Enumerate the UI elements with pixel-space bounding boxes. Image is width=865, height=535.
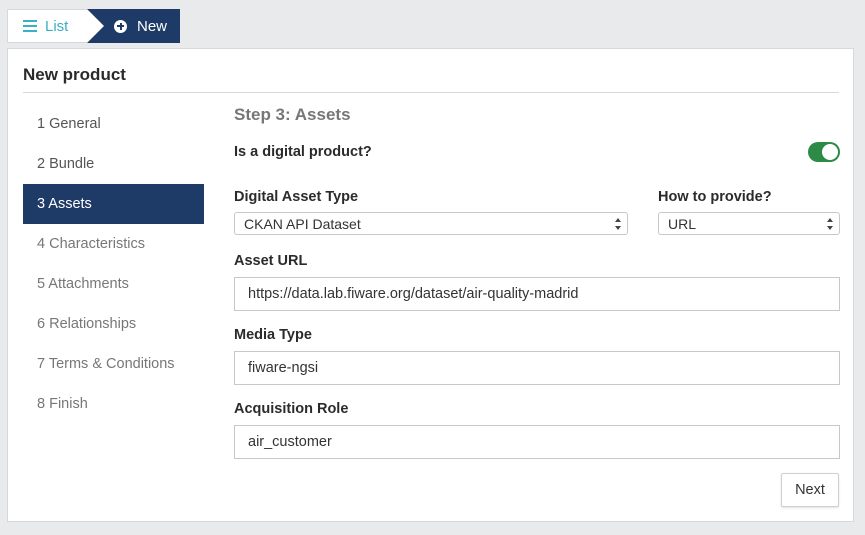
steps-nav: 1 General 2 Bundle 3 Assets 4 Characteri… [23,104,204,424]
provide-value: URL [668,215,697,232]
asset-type-value: CKAN API Dataset [244,215,361,232]
step-characteristics[interactable]: 4 Characteristics [23,224,204,264]
breadcrumb: List New [7,9,180,43]
asset-url-label: Asset URL [234,253,308,269]
asset-url-input[interactable]: https://data.lab.fiware.org/dataset/air-… [234,277,840,311]
toggle-knob [822,144,838,160]
step-attachments[interactable]: 5 Attachments [23,264,204,304]
breadcrumb-new-label: New [137,17,168,35]
title-divider [23,92,839,93]
list-icon [23,20,37,32]
assets-form: Step 3: Assets Is a digital product? Dig… [234,99,840,519]
step-terms-conditions[interactable]: 7 Terms & Conditions [23,344,204,384]
breadcrumb-arrow [87,9,104,43]
asset-type-label: Digital Asset Type [234,189,359,205]
media-type-input[interactable]: fiware-ngsi [234,351,840,385]
step-bundle[interactable]: 2 Bundle [23,144,204,184]
step-relationships[interactable]: 6 Relationships [23,304,204,344]
breadcrumb-list-label: List [45,17,69,35]
media-type-label: Media Type [234,327,312,343]
select-caret-icon [827,217,834,231]
page-title: New product [23,65,126,84]
plus-circle-icon [114,19,127,33]
provide-label: How to provide? [658,189,772,205]
acquisition-role-label: Acquisition Role [234,401,349,417]
step-finish[interactable]: 8 Finish [23,384,204,424]
digital-product-label: Is a digital product? [234,144,372,160]
provide-select[interactable]: URL [658,212,840,235]
step-heading: Step 3: Assets [234,105,351,124]
acquisition-role-input[interactable]: air_customer [234,425,840,459]
next-button[interactable]: Next [781,473,839,507]
step-assets[interactable]: 3 Assets [23,184,204,224]
step-general[interactable]: 1 General [23,104,204,144]
asset-type-select[interactable]: CKAN API Dataset [234,212,628,235]
breadcrumb-list-link[interactable]: List [7,9,104,43]
select-caret-icon [615,217,622,231]
digital-product-toggle[interactable] [808,142,840,162]
new-product-card: New product 1 General 2 Bundle 3 Assets … [7,48,854,522]
